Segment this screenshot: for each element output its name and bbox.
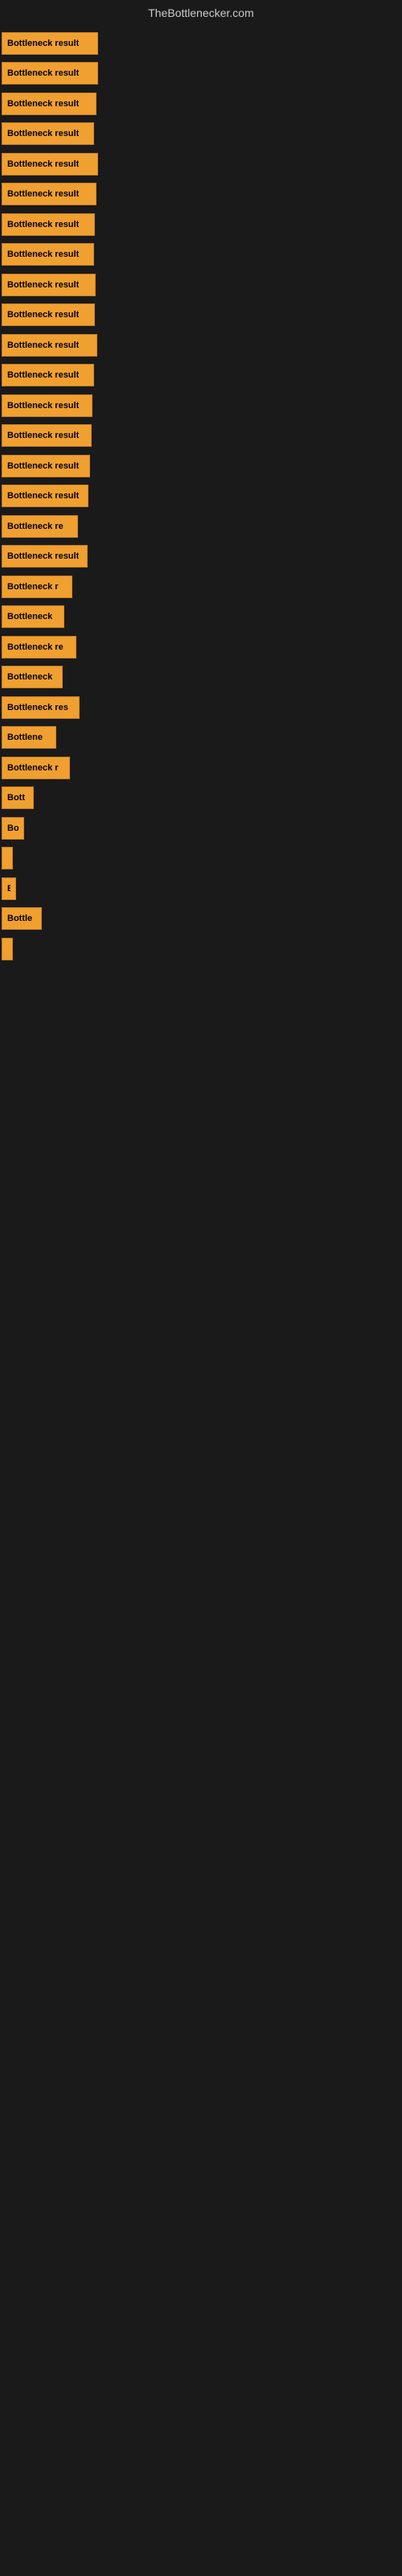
bar-item: Bottleneck result xyxy=(2,32,98,55)
bar-label: Bottleneck re xyxy=(7,642,64,652)
bar-label: Bottleneck result xyxy=(7,220,79,229)
bar-label: Bottleneck result xyxy=(7,491,79,501)
bar-item: Bottleneck result xyxy=(2,213,95,236)
site-title: TheBottlenecker.com xyxy=(0,0,402,26)
bar-item: Bottleneck result xyxy=(2,274,96,296)
bar-label: Bottleneck result xyxy=(7,129,79,138)
bar-label: Bottleneck result xyxy=(7,159,79,169)
bar-item: Bottleneck result xyxy=(2,485,88,507)
bar-item: Bottleneck result xyxy=(2,183,96,205)
bar-label: Bottleneck re xyxy=(7,522,64,531)
bar-label: Bottleneck result xyxy=(7,431,79,440)
bar-label: Bottleneck result xyxy=(7,250,79,259)
bar-label: Bottleneck result xyxy=(7,461,79,471)
bar-item: Bottleneck result xyxy=(2,62,98,85)
bar-label: Bottleneck r xyxy=(7,582,59,592)
bar-item: Bottlene xyxy=(2,726,56,749)
bar-label: Bo xyxy=(7,824,18,833)
bar-label: Bottleneck result xyxy=(7,310,79,320)
chart-container: TheBottlenecker.com Bottleneck result Bot… xyxy=(0,0,402,2576)
bar-label: Bottleneck result xyxy=(7,99,79,109)
bar-item: Bottleneck result xyxy=(2,455,90,477)
bar-label: Bottleneck xyxy=(7,612,52,621)
bar-label: Bottleneck result xyxy=(7,370,79,380)
bar-label: Bottleneck result xyxy=(7,280,79,290)
bar-item: Bottleneck result xyxy=(2,545,88,568)
bar-item: Bottleneck result xyxy=(2,93,96,115)
bar-label: Bottle xyxy=(7,914,32,923)
bar-item: Bottleneck result xyxy=(2,334,97,357)
bar-label: Bott xyxy=(7,793,25,803)
bar-item: Bottleneck xyxy=(2,666,63,688)
bar-item: Bottleneck result xyxy=(2,394,92,417)
bar-item: Bott xyxy=(2,786,34,809)
bar-item xyxy=(2,847,13,869)
bar-item: Bo xyxy=(2,817,24,840)
bar-label: B xyxy=(7,884,10,894)
bar-item: Bottleneck result xyxy=(2,153,98,175)
bar-item: Bottleneck result xyxy=(2,303,95,326)
bar-label: Bottleneck r xyxy=(7,763,59,773)
bar-label: Bottleneck result xyxy=(7,401,79,411)
bar-label: Bottleneck result xyxy=(7,39,79,48)
bar-item: Bottleneck r xyxy=(2,757,70,779)
bar-item: B xyxy=(2,877,16,900)
bar-label: Bottleneck result xyxy=(7,68,79,78)
bar-label: Bottlene xyxy=(7,733,43,742)
bar-item: Bottleneck result xyxy=(2,122,94,145)
bar-item: Bottleneck result xyxy=(2,424,92,447)
bar-item: Bottleneck re xyxy=(2,636,76,658)
bar-item: Bottleneck result xyxy=(2,364,94,386)
bar-item: Bottle xyxy=(2,907,42,930)
bar-label: Bottleneck result xyxy=(7,341,79,350)
bar-label: Bottleneck res xyxy=(7,703,68,712)
bar-item: Bottleneck xyxy=(2,605,64,628)
bar-label: Bottleneck result xyxy=(7,189,79,199)
bar-item: Bottleneck re xyxy=(2,515,78,538)
bar-label: Bottleneck result xyxy=(7,551,79,561)
bar-label: Bottleneck xyxy=(7,672,52,682)
bar-item xyxy=(2,938,13,960)
bar-item: Bottleneck r xyxy=(2,576,72,598)
bar-item: Bottleneck res xyxy=(2,696,80,719)
bar-item: Bottleneck result xyxy=(2,243,94,266)
